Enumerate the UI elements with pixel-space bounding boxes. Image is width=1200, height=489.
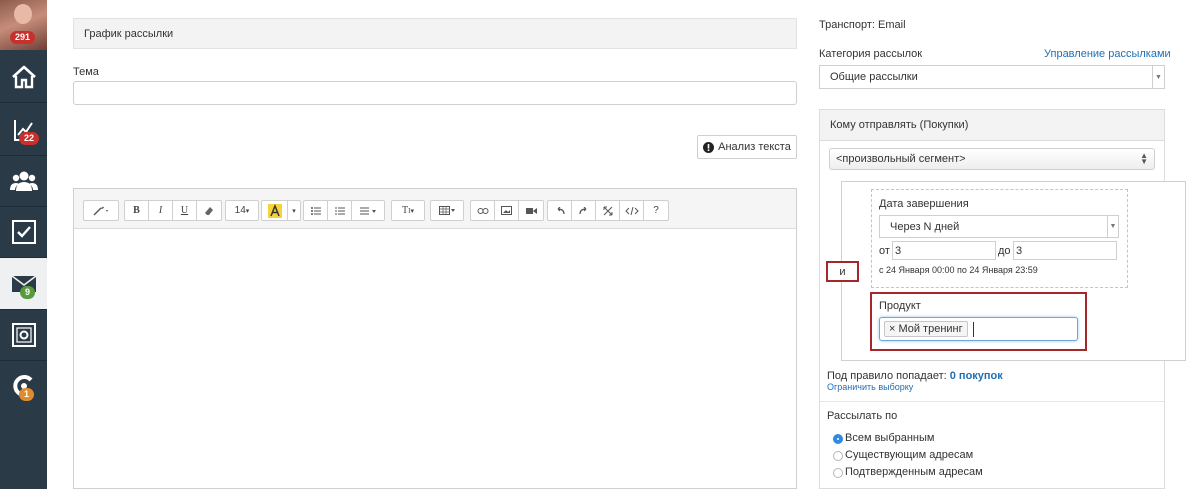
logo-badge: 1 bbox=[19, 388, 35, 401]
radio-existing[interactable] bbox=[833, 451, 843, 461]
text-style-group: T I▾ bbox=[391, 200, 425, 221]
radio-all[interactable] bbox=[833, 434, 843, 444]
style-group bbox=[83, 200, 119, 221]
schedule-panel-header[interactable]: График рассылки bbox=[73, 18, 797, 49]
product-tag-input[interactable]: × Мой тренинг bbox=[879, 317, 1078, 341]
underline-button[interactable]: U bbox=[173, 201, 197, 220]
undo-icon[interactable] bbox=[548, 201, 572, 220]
help-button[interactable]: ? bbox=[644, 201, 668, 220]
recipients-panel-title: Кому отправлять (Покупки) bbox=[830, 119, 969, 131]
schedule-panel-title: График рассылки bbox=[84, 28, 174, 40]
date-range-hint: с 24 Января 00:00 по 24 Января 23:59 bbox=[879, 265, 1038, 275]
sidebar-item-logo[interactable]: 1 bbox=[0, 360, 47, 412]
users-icon bbox=[9, 171, 38, 191]
history-group: ? bbox=[547, 200, 669, 221]
chevron-down-icon: ▼ bbox=[1152, 66, 1164, 88]
bullet-list-icon[interactable] bbox=[304, 201, 328, 220]
from-label: от bbox=[879, 245, 890, 257]
product-tag: × Мой тренинг bbox=[884, 321, 968, 337]
redo-icon[interactable] bbox=[572, 201, 596, 220]
home-icon bbox=[11, 65, 36, 88]
settings-screen-icon bbox=[11, 322, 36, 347]
color-group: ▾ bbox=[261, 200, 301, 221]
category-label: Категория рассылок bbox=[819, 48, 923, 60]
numbered-list-icon[interactable] bbox=[328, 201, 352, 220]
and-operator-label: и bbox=[839, 265, 846, 278]
rule-count-prefix: Под правило попадает: bbox=[827, 370, 947, 382]
align-dropdown-icon[interactable] bbox=[352, 201, 384, 220]
mailings-badge: 9 bbox=[20, 286, 36, 299]
subject-label: Тема bbox=[73, 66, 99, 78]
message-editor[interactable]: B I U 14 ▾ ▾ T I▾ ? bbox=[73, 188, 797, 489]
analyze-text-label: Анализ текста bbox=[718, 141, 791, 153]
send-by-option-label: Существующим адресам bbox=[845, 449, 974, 461]
limit-selection-link[interactable]: Ограничить выборку bbox=[827, 382, 913, 392]
exclamation-circle-icon bbox=[703, 141, 715, 153]
avatar-badge: 291 bbox=[10, 31, 36, 44]
product-label: Продукт bbox=[879, 300, 921, 312]
rule-count-link[interactable]: 0 покупок bbox=[950, 370, 1003, 382]
recipients-panel-header: Кому отправлять (Покупки) bbox=[820, 110, 1164, 141]
analytics-badge: 22 bbox=[19, 132, 40, 145]
analyze-text-button[interactable]: Анализ текста bbox=[697, 135, 797, 159]
font-size-group: 14 ▾ bbox=[225, 200, 259, 221]
send-by-option-label: Всем выбранным bbox=[845, 432, 935, 444]
paragraph-style-dropdown[interactable]: T I▾ bbox=[392, 201, 424, 220]
end-date-label: Дата завершения bbox=[879, 198, 969, 210]
bold-button[interactable]: B bbox=[125, 201, 149, 220]
format-group: B I U bbox=[124, 200, 222, 221]
category-select-value: Общие рассылки bbox=[830, 71, 918, 83]
sidebar-item-settings[interactable] bbox=[0, 309, 47, 361]
insert-group bbox=[470, 200, 544, 221]
segment-select[interactable]: <произвольный сегмент> ▲ ▼ bbox=[829, 148, 1155, 170]
tag-remove-icon[interactable]: × bbox=[889, 323, 895, 335]
subject-input[interactable] bbox=[73, 81, 797, 105]
send-by-option-label: Подтвержденным адресам bbox=[845, 466, 983, 478]
manage-mailings-link[interactable]: Управление рассылками bbox=[1044, 48, 1171, 60]
italic-button[interactable]: I bbox=[149, 201, 173, 220]
text-cursor bbox=[973, 322, 974, 337]
table-group bbox=[430, 200, 464, 221]
font-size-value: 14 bbox=[234, 205, 246, 216]
to-label: до bbox=[998, 245, 1011, 257]
image-icon[interactable] bbox=[495, 201, 519, 220]
and-operator-button[interactable]: и bbox=[826, 261, 859, 282]
video-icon[interactable] bbox=[519, 201, 543, 220]
rule-count-line: Под правило попадает: 0 покупок bbox=[827, 370, 1003, 382]
sidebar-item-tasks[interactable] bbox=[0, 206, 47, 258]
eraser-icon[interactable] bbox=[197, 201, 221, 220]
send-by-label: Рассылать по bbox=[827, 410, 898, 422]
editor-content-area[interactable] bbox=[74, 229, 796, 488]
chevron-down-icon: ▼ bbox=[1107, 216, 1118, 237]
checkbox-icon bbox=[11, 219, 36, 244]
from-days-input[interactable] bbox=[892, 241, 996, 260]
product-tag-label: Мой тренинг bbox=[898, 323, 963, 335]
fullscreen-icon[interactable] bbox=[596, 201, 620, 220]
table-icon[interactable] bbox=[431, 201, 463, 220]
sidebar-item-users[interactable] bbox=[0, 155, 47, 207]
radio-confirmed[interactable] bbox=[833, 468, 843, 478]
magic-wand-icon[interactable] bbox=[84, 201, 118, 220]
highlight-a-icon bbox=[267, 203, 282, 218]
category-select[interactable]: Общие рассылки ▼ bbox=[819, 65, 1165, 89]
sidebar-item-analytics[interactable]: 22 bbox=[0, 104, 47, 156]
font-size-dropdown[interactable]: 14 ▾ bbox=[226, 201, 258, 220]
color-caret-icon[interactable]: ▾ bbox=[288, 201, 300, 220]
end-date-mode-select[interactable]: Через N дней ▼ bbox=[879, 215, 1119, 238]
link-icon[interactable] bbox=[471, 201, 495, 220]
end-date-mode-value: Через N дней bbox=[890, 220, 960, 233]
updown-arrows-icon: ▲ ▼ bbox=[1140, 151, 1148, 166]
left-sidebar: 291 22 9 1 bbox=[0, 0, 47, 489]
to-days-input[interactable] bbox=[1013, 241, 1117, 260]
editor-toolbar: B I U 14 ▾ ▾ T I▾ ? bbox=[74, 189, 796, 229]
transport-label: Транспорт: Email bbox=[819, 19, 906, 31]
sidebar-item-mailings[interactable]: 9 bbox=[0, 258, 47, 310]
code-view-icon[interactable] bbox=[620, 201, 644, 220]
text-color-button[interactable] bbox=[262, 201, 288, 220]
divider bbox=[820, 401, 1164, 402]
list-group bbox=[303, 200, 385, 221]
segment-select-value: <произвольный сегмент> bbox=[836, 153, 966, 165]
caret-down-icon: ▾ bbox=[245, 207, 250, 215]
sidebar-item-home[interactable] bbox=[0, 51, 47, 103]
